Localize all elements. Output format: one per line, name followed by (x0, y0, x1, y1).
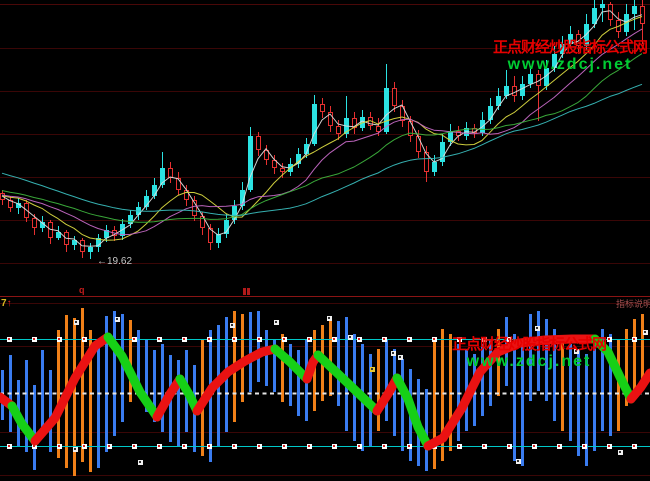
indicator-help-link[interactable]: 指标说明 (616, 297, 650, 310)
indicator-param-label: 7↑ (1, 298, 12, 309)
divider-marker-q: q (79, 285, 85, 295)
price-low-annotation: ←19.62 (97, 256, 132, 267)
stock-chart-window: 正点财经炒股指标公式网 www.zdcj.net 正点财经炒股指标公式网 www… (0, 0, 650, 481)
divider-glyph-icon (243, 288, 251, 295)
chart-canvas (0, 0, 650, 481)
param-arrow-icon: ↑ (7, 298, 12, 309)
